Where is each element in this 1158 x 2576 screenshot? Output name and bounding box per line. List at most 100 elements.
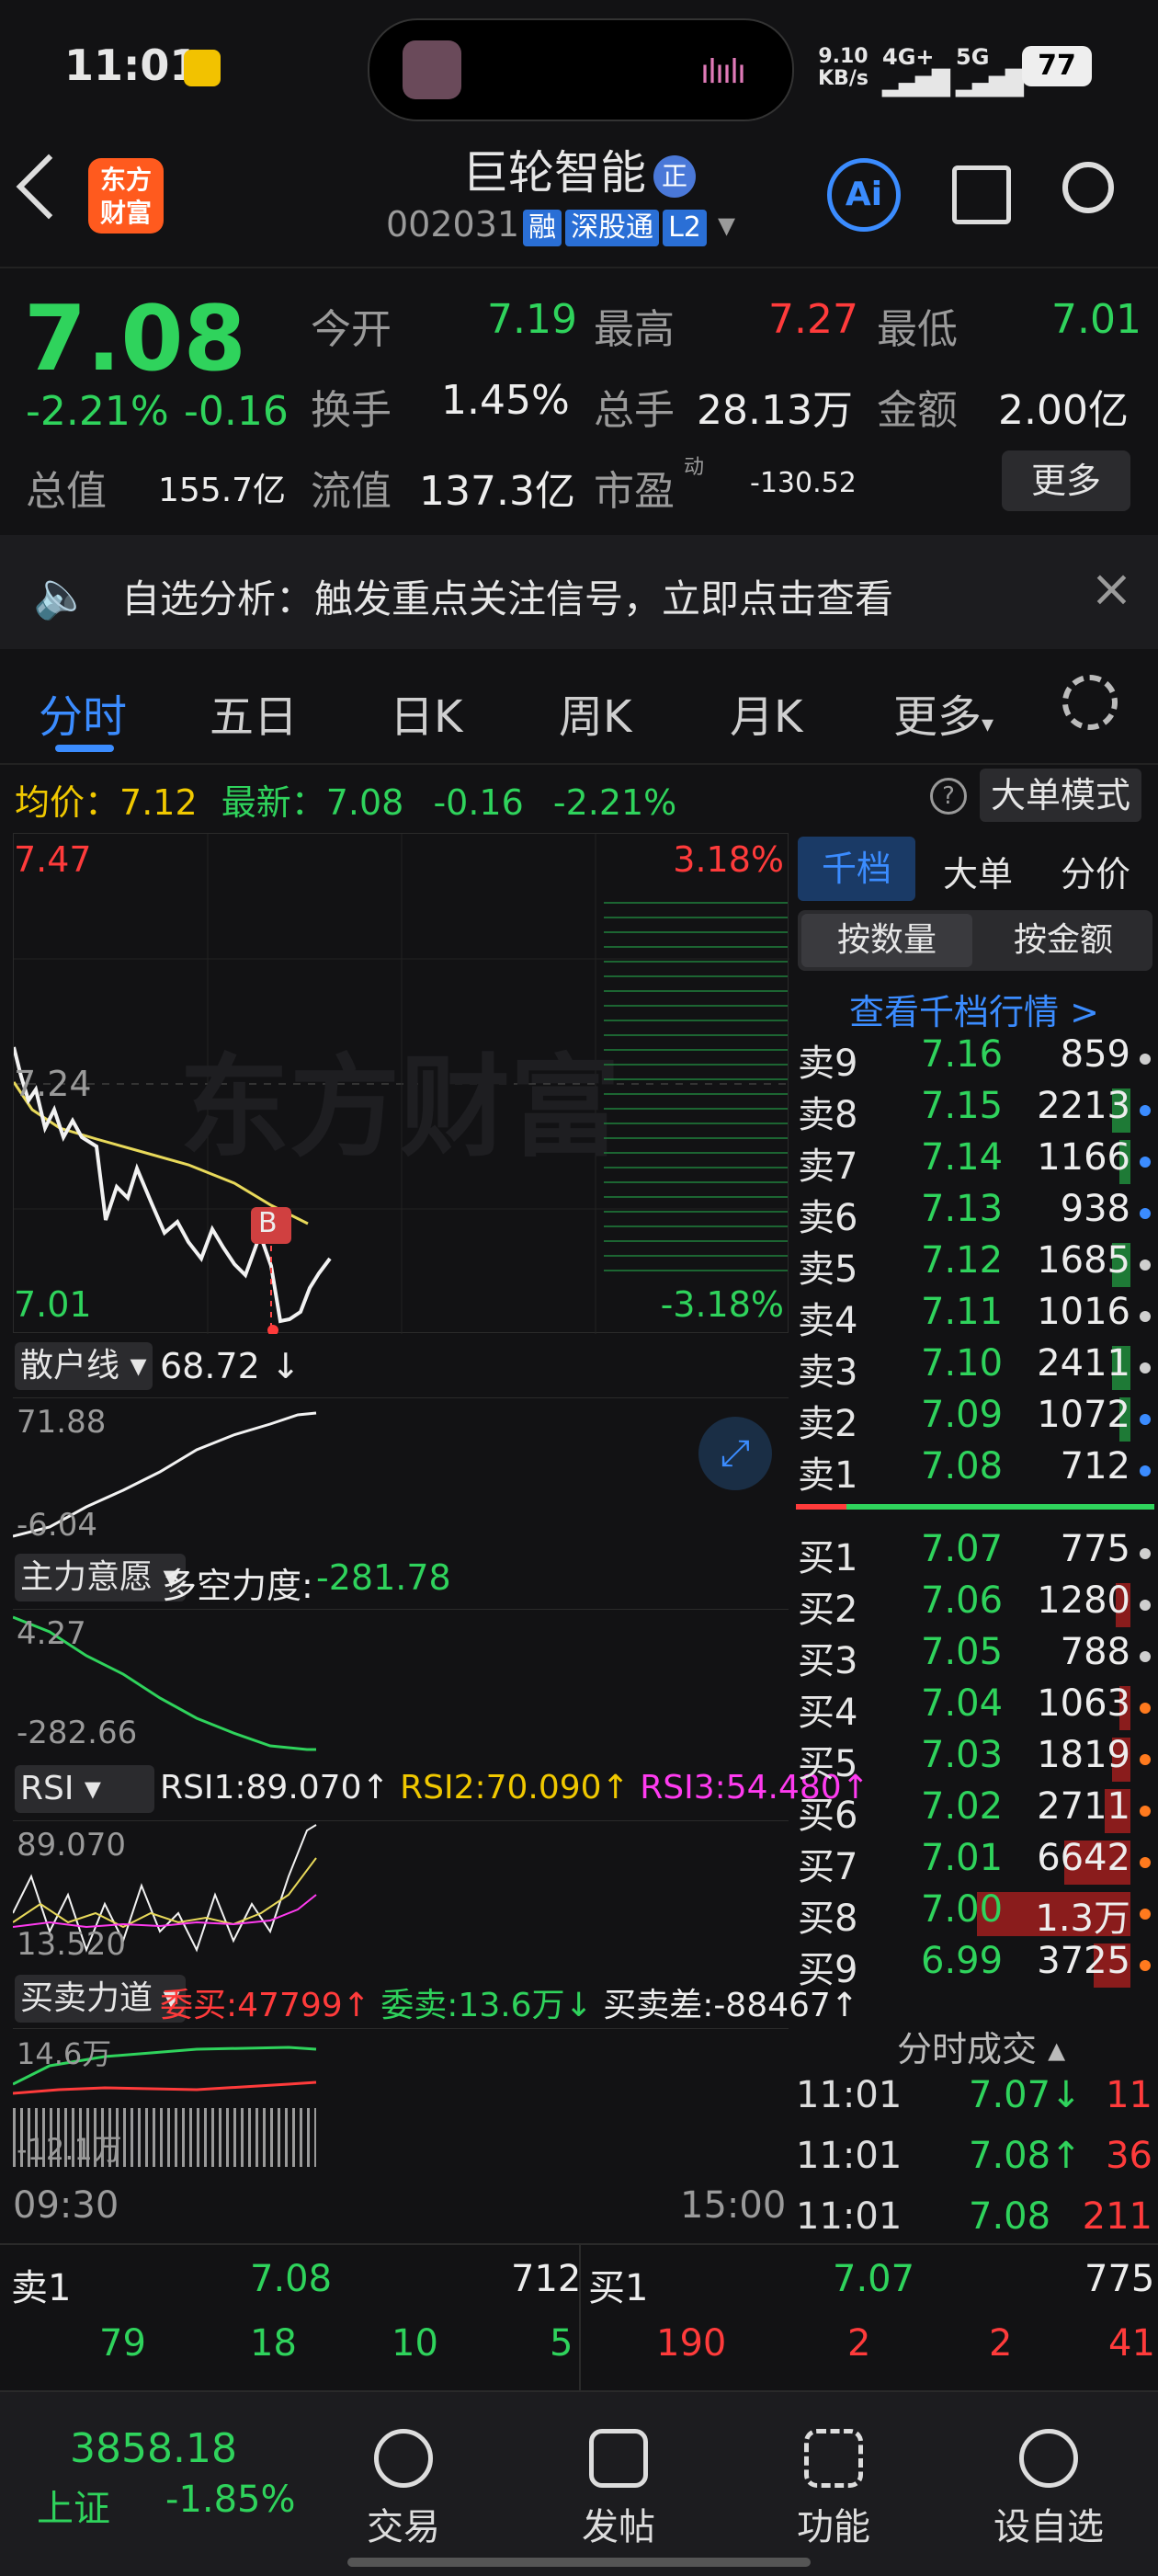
search-icon[interactable] <box>1062 162 1114 213</box>
stock-code-row[interactable]: 002031 融深股通 L2 ▾ <box>386 204 735 246</box>
bid-row[interactable]: 买1 7.07 775 <box>792 1528 1158 1579</box>
tab-depth[interactable]: 千档 <box>798 837 915 901</box>
nav-trade[interactable]: 交易 <box>335 2429 472 2550</box>
ask-volume: 712 <box>1060 1445 1130 1487</box>
share-icon[interactable] <box>952 165 1011 224</box>
latest-change: -0.16 <box>433 782 524 823</box>
change-abs: -0.16 <box>184 388 289 435</box>
ask-row[interactable]: 卖1 7.08 712 <box>792 1445 1158 1497</box>
more-button[interactable]: 更多 <box>1002 450 1130 511</box>
high-value: 7.27 <box>768 296 858 343</box>
tab-more-label: 更多 <box>893 691 982 743</box>
ask-level-label: 卖2 <box>798 1403 858 1445</box>
open-label: 今开 <box>311 306 392 353</box>
buy-marker-dot <box>267 1325 278 1336</box>
ask-row[interactable]: 卖7 7.14 1166 <box>792 1136 1158 1188</box>
bid-dot-icon <box>1140 1754 1151 1765</box>
ask-row[interactable]: 卖4 7.11 1016 <box>792 1291 1158 1342</box>
rsi-name: RSI <box>20 1770 74 1807</box>
tick-price: 7.08↑ <box>969 2135 1082 2177</box>
tick-volume: 211 <box>1082 2195 1152 2238</box>
last-price: 7.08 <box>24 287 246 392</box>
bid-row[interactable]: 买7 7.01 6642 <box>792 1837 1158 1888</box>
bid-row[interactable]: 买3 7.05 788 <box>792 1631 1158 1682</box>
bid-price: 7.05 <box>921 1631 1004 1673</box>
bid-dot-icon <box>1140 1806 1151 1817</box>
big-order-mode-button[interactable]: 大单模式 <box>980 769 1142 822</box>
bid-row[interactable]: 买2 7.06 1280 <box>792 1579 1158 1631</box>
tick-price: 7.07↓ <box>969 2074 1082 2116</box>
close-icon[interactable]: × <box>1090 559 1133 619</box>
ask-level-label: 卖7 <box>798 1146 858 1188</box>
ai-button[interactable]: Ai <box>827 158 901 232</box>
ticks-title[interactable]: 分时成交 ▴ <box>897 2021 1065 2071</box>
ask-volume: 2411 <box>1037 1342 1130 1385</box>
ask-row[interactable]: 卖8 7.15 2213 <box>792 1085 1158 1136</box>
retail-chart: 71.88 -6.04 ⤢ <box>12 1397 789 1545</box>
latest-value: 7.08 <box>325 782 404 823</box>
ask-volume: 2213 <box>1037 1085 1130 1127</box>
by-amount-button[interactable]: 按金额 <box>978 914 1149 967</box>
main-label: 多空力度: <box>162 1566 313 1606</box>
help-icon[interactable]: ? <box>930 778 967 815</box>
dynamic-island: ılıılı <box>368 18 794 121</box>
nav-add-watch[interactable]: 设自选 <box>980 2429 1118 2550</box>
retail-value: 68.72 ↓ <box>160 1346 301 1386</box>
ask-dot-icon <box>1140 1465 1151 1476</box>
rsi-min: 13.520 <box>17 1926 126 1963</box>
bid-level-label: 买9 <box>798 1949 858 1991</box>
bid-row[interactable]: 买8 7.00 1.3万 <box>792 1888 1158 1940</box>
turnover-value: 1.45% <box>441 377 570 424</box>
bid-level-label: 买1 <box>798 1537 858 1579</box>
nav-function[interactable]: 功能 <box>765 2429 903 2550</box>
expand-icon[interactable]: ⤢ <box>698 1417 772 1490</box>
ask-row[interactable]: 卖2 7.09 1072 <box>792 1394 1158 1445</box>
by-quantity-button[interactable]: 按数量 <box>801 914 972 967</box>
bid-volume: 1.3万 <box>1035 1898 1130 1940</box>
tab-monthly-k[interactable]: 月K <box>730 680 802 745</box>
tab-intraday[interactable]: 分时 <box>39 680 127 745</box>
ask-price: 7.14 <box>921 1136 1004 1179</box>
ask-list: 卖9 7.16 859 卖8 7.15 2213 卖7 7.14 1166 卖6 7.13 938 卖5… <box>792 1033 1158 1502</box>
bid-row[interactable]: 买6 7.02 2711 <box>792 1785 1158 1837</box>
ask-row[interactable]: 卖9 7.16 859 <box>792 1033 1158 1085</box>
ask-row[interactable]: 卖6 7.13 938 <box>792 1188 1158 1239</box>
intraday-chart[interactable]: 东方财富 B 7.47 7.24 7.01 3.18% -3.18% <box>12 833 789 1336</box>
mktcap-value: 155.7亿 <box>158 472 287 509</box>
tab-big-order[interactable]: 大单 <box>923 846 1033 896</box>
bid-row[interactable]: 买9 6.99 3725 <box>792 1940 1158 1991</box>
view-depth-link[interactable]: 查看千档行情 > <box>849 984 1099 1034</box>
tick-time: 11:01 <box>796 2195 903 2238</box>
retail-indicator-selector[interactable]: 散户线 ▾ <box>15 1342 153 1390</box>
ask-price: 7.11 <box>921 1291 1004 1333</box>
bid-volume: 6642 <box>1037 1837 1130 1879</box>
settings-gear-icon[interactable] <box>1062 675 1118 730</box>
notice-bar[interactable]: 🔈 自选分析：触发重点关注信号，立即点击查看 × <box>0 535 1158 649</box>
ask-row[interactable]: 卖5 7.12 1685 <box>792 1239 1158 1291</box>
ask-price: 7.09 <box>921 1394 1004 1436</box>
rsi-indicator-selector[interactable]: RSI ▾ <box>15 1765 154 1813</box>
ask-level-label: 卖5 <box>798 1248 858 1291</box>
tab-weekly-k[interactable]: 周K <box>559 680 631 745</box>
bid-dot-icon <box>1140 1960 1151 1971</box>
net-speed: 9.10 KB/s <box>818 46 868 90</box>
ask-level-label: 卖1 <box>798 1454 858 1497</box>
tick-time: 11:01 <box>796 2135 903 2177</box>
index-value[interactable]: 3858.18 <box>70 2425 237 2472</box>
tab-more[interactable]: 更多▾ <box>893 680 993 745</box>
bid-detail-1: 2 <box>847 2322 871 2365</box>
tab-price-split[interactable]: 分价 <box>1040 846 1151 896</box>
tab-five-day[interactable]: 五日 <box>210 680 298 745</box>
latest-pct: -2.21% <box>552 782 677 823</box>
y-axis-low: 7.01 <box>14 1284 92 1325</box>
buy-marker-label: B <box>258 1207 278 1239</box>
volume-label: 总手 <box>594 387 675 434</box>
bid-list: 买1 7.07 775 买2 7.06 1280 买3 7.05 788 买4 7.04 1063 买5… <box>792 1528 1158 2006</box>
nav-post[interactable]: 发帖 <box>550 2429 687 2550</box>
bid-row[interactable]: 买4 7.04 1063 <box>792 1682 1158 1734</box>
tick-volume: 36 <box>1106 2135 1152 2177</box>
tab-daily-k[interactable]: 日K <box>390 680 462 745</box>
ask-row[interactable]: 卖3 7.10 2411 <box>792 1342 1158 1394</box>
main-indicator-selector[interactable]: 主力意愿 ▾ <box>15 1554 186 1601</box>
bid-row[interactable]: 买5 7.03 1819 <box>792 1734 1158 1785</box>
